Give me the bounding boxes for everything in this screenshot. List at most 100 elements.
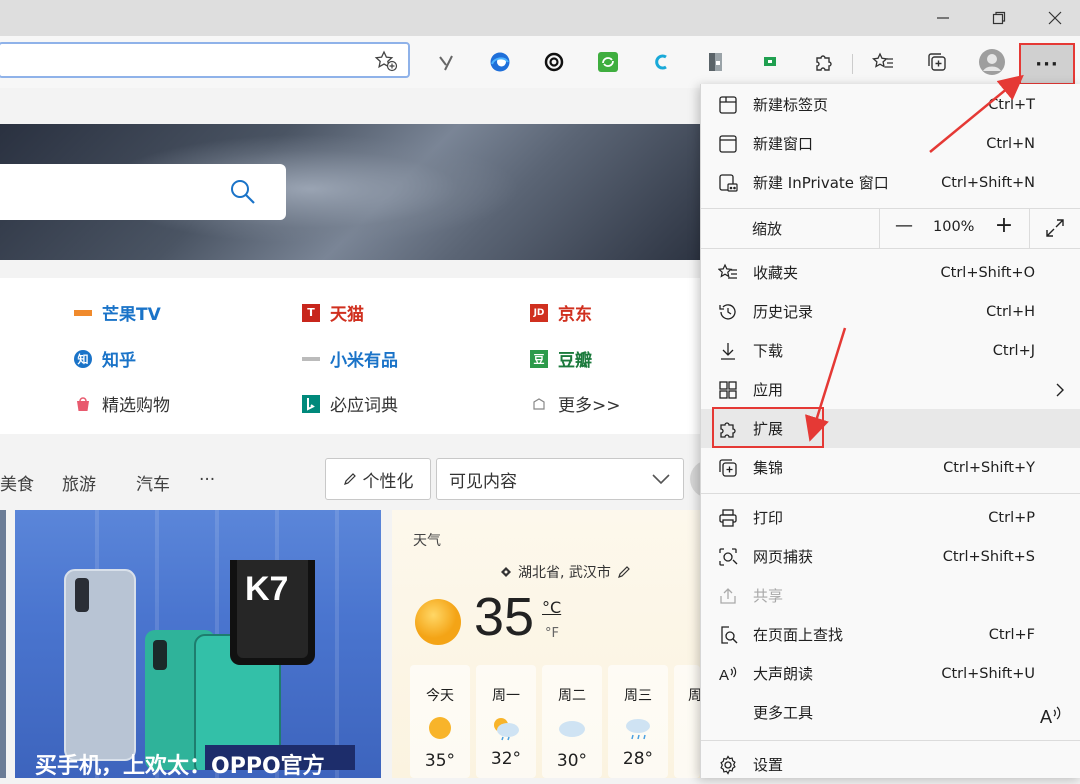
green-extension-icon[interactable] <box>752 44 788 80</box>
menu-read-aloud[interactable]: A 大声朗读 Ctrl+Shift+U <box>701 654 1080 693</box>
quicklink-mgtv[interactable]: 芒果TV <box>74 300 161 325</box>
feed-card-oppo[interactable]: K7 买手机，上欢太：OPPO官方 <box>15 510 381 778</box>
category-more[interactable]: ··· <box>199 470 215 490</box>
forecast-day[interactable]: 周一 32° <box>476 665 536 778</box>
forecast-day-name: 周一 <box>492 688 520 704</box>
forecast-day-name: 今天 <box>426 688 454 704</box>
xiaomi-logo-icon <box>302 350 320 368</box>
cloudy-icon <box>557 715 587 741</box>
web-search-box[interactable] <box>0 164 286 220</box>
menu-item-label: 收藏夹 <box>753 264 799 282</box>
more-links-icon <box>530 395 548 413</box>
address-bar[interactable] <box>0 42 410 78</box>
card-headline[interactable]: 买手机，上欢太：OPPO官方 <box>35 748 325 778</box>
copilot-icon[interactable] <box>536 44 572 80</box>
zoom-in-button[interactable]: + <box>991 213 1017 238</box>
quicklink-douban[interactable]: 豆 豆瓣 <box>530 346 592 371</box>
quicklink-shopping[interactable]: 精选购物 <box>74 391 170 416</box>
quicklink-tmall[interactable]: T 天猫 <box>302 300 364 325</box>
quicklink-label: 更多>> <box>558 396 621 416</box>
quicklink-bing-dict[interactable]: 必应词典 <box>302 391 398 416</box>
forecast-day[interactable]: 周二 30° <box>542 665 602 778</box>
shopping-bag-icon <box>74 395 92 413</box>
menu-item-label: 应用 <box>753 381 784 399</box>
puzzle-icon[interactable] <box>806 44 842 80</box>
visible-content-dropdown[interactable]: 可见内容 <box>436 458 684 500</box>
menu-item-label: 在页面上查找 <box>753 626 844 644</box>
forecast-temp: 35° <box>424 751 456 771</box>
feed-card-partial[interactable] <box>0 510 6 778</box>
quicklink-label: 豆瓣 <box>558 351 592 371</box>
forecast-day[interactable]: 周 <box>674 665 700 778</box>
menu-shortcut: Ctrl+J <box>992 342 1035 359</box>
zoom-divider <box>1029 208 1030 248</box>
edge-logo-icon[interactable] <box>482 44 518 80</box>
favorites-icon[interactable] <box>865 44 901 80</box>
unit-celsius[interactable]: °C <box>542 598 561 617</box>
menu-favorites[interactable]: 收藏夹 Ctrl+Shift+O <box>701 253 1080 292</box>
personalize-button[interactable]: 个性化 <box>325 458 431 500</box>
menu-new-window[interactable]: 新建窗口 Ctrl+N <box>701 124 1080 163</box>
menu-collections[interactable]: 集锦 Ctrl+Shift+Y <box>701 448 1080 487</box>
menu-item-label: 新建窗口 <box>753 135 814 153</box>
inprivate-window-icon <box>717 172 739 194</box>
document-extension-icon[interactable] <box>698 44 734 80</box>
minimize-icon[interactable] <box>920 0 966 36</box>
sun-cloud-rain-icon <box>491 715 521 741</box>
unit-fahrenheit[interactable]: °F <box>545 626 559 641</box>
menu-print[interactable]: 打印 Ctrl+P <box>701 498 1080 537</box>
menu-find-on-page[interactable]: 在页面上查找 Ctrl+F <box>701 615 1080 654</box>
quicklink-xiaomi-youpin[interactable]: 小米有品 <box>302 346 398 371</box>
close-icon[interactable] <box>1032 0 1078 36</box>
forecast-day[interactable]: 周三 28° <box>608 665 668 778</box>
read-aloud-icon: A <box>717 663 739 685</box>
chevron-down-icon <box>651 473 671 485</box>
extensions-highlight-box <box>712 407 824 448</box>
phones-image: K7 <box>64 560 355 770</box>
read-aloud-icon[interactable]: A <box>1038 703 1064 727</box>
gear-icon <box>717 754 739 776</box>
menu-item-label: 网页捕获 <box>753 548 814 566</box>
find-on-page-icon <box>717 624 739 646</box>
y-extension-icon[interactable] <box>428 44 464 80</box>
menu-new-inprivate[interactable]: 新建 InPrivate 窗口 Ctrl+Shift+N <box>701 163 1080 202</box>
category-auto[interactable]: 汽车 <box>136 470 170 495</box>
menu-apps[interactable]: 应用 <box>701 370 1080 409</box>
quicklink-zhihu[interactable]: 知 知乎 <box>74 346 136 371</box>
refresh-extension-icon[interactable] <box>590 44 626 80</box>
menu-more-tools[interactable]: 更多工具 <box>701 693 1080 732</box>
forecast-temp: 30° <box>556 751 588 771</box>
forecast-day[interactable]: 今天 35° <box>410 665 470 778</box>
menu-history[interactable]: 历史记录 Ctrl+H <box>701 292 1080 331</box>
collections-icon <box>717 457 739 479</box>
c-extension-icon[interactable] <box>644 44 680 80</box>
restore-icon[interactable] <box>976 0 1022 36</box>
add-favorite-icon[interactable] <box>374 50 398 72</box>
collections-icon[interactable] <box>919 44 955 80</box>
mgtv-logo-icon <box>74 304 92 322</box>
menu-web-capture[interactable]: 网页捕获 Ctrl+Shift+S <box>701 537 1080 576</box>
category-travel[interactable]: 旅游 <box>62 470 96 495</box>
profile-avatar-icon[interactable] <box>974 44 1010 80</box>
new-window-icon <box>717 133 739 155</box>
forecast-temp: 32° <box>490 749 522 769</box>
page-top-strip <box>0 88 700 124</box>
edit-location-icon[interactable] <box>617 565 631 579</box>
fullscreen-icon[interactable] <box>1045 218 1065 238</box>
menu-settings[interactable]: 设置 <box>701 745 1080 784</box>
search-icon[interactable] <box>230 179 256 205</box>
menu-item-label: 共享 <box>753 587 784 605</box>
menu-item-label: 历史记录 <box>753 303 814 321</box>
weather-location[interactable]: 湖北省, 武汉市 <box>518 562 611 582</box>
settings-and-more-button[interactable]: ··· <box>1019 43 1075 85</box>
menu-shortcut: Ctrl+Shift+Y <box>943 459 1035 476</box>
menu-downloads[interactable]: 下载 Ctrl+J <box>701 331 1080 370</box>
quicklink-jd[interactable]: JD 京东 <box>530 300 592 325</box>
category-food[interactable]: 美食 <box>0 470 34 495</box>
quicklink-more[interactable]: 更多>> <box>530 391 621 416</box>
zoom-out-button[interactable]: — <box>891 215 917 236</box>
menu-new-tab[interactable]: 新建标签页 Ctrl+T <box>701 85 1080 124</box>
menu-shortcut: Ctrl+Shift+S <box>942 548 1035 565</box>
svg-text:A: A <box>719 667 729 684</box>
menu-shortcut: Ctrl+Shift+U <box>941 665 1035 682</box>
